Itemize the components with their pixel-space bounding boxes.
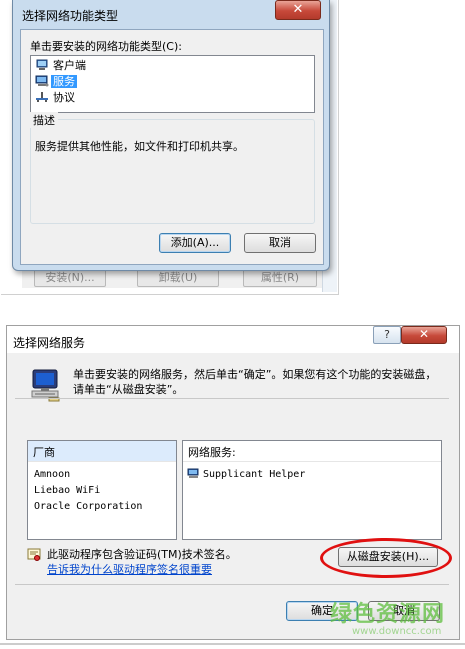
description-title: 描述 <box>30 112 58 128</box>
list-item-protocol[interactable]: 协议 <box>35 90 77 106</box>
vendor-item-amnoon[interactable]: Amnoon <box>34 469 70 480</box>
service-list-header: 网络服务: <box>183 441 441 462</box>
close-button[interactable]: ✕ <box>401 326 447 344</box>
vendor-header-label: 厂商 <box>33 446 55 459</box>
service-item-supplicant-helper[interactable]: Supplicant Helper <box>187 468 305 480</box>
vendor-list-header: 厂商 <box>28 441 176 462</box>
separator <box>15 584 449 585</box>
close-icon: ✕ <box>418 327 430 341</box>
network-service-icon <box>187 468 200 479</box>
feature-type-prompt: 单击要安装的网络功能类型(C): <box>30 40 182 53</box>
protocol-icon <box>35 91 49 103</box>
vendor-item-liebao-wifi[interactable]: Liebao WiFi <box>34 485 100 496</box>
watermark-text: 绿色资源网 <box>330 602 446 627</box>
driver-signature-text: 此驱动程序包含验证码(TM)技术签名。 <box>47 548 237 561</box>
list-item-label: 服务 <box>51 75 77 88</box>
service-header-label: 网络服务: <box>188 446 236 459</box>
page-divider <box>0 643 465 645</box>
cancel-button[interactable]: 取消 <box>244 233 316 253</box>
vendor-list[interactable]: 厂商 Amnoon Liebao WiFi Oracle Corporation <box>27 440 177 540</box>
close-button[interactable]: ✕ <box>275 0 321 20</box>
help-button[interactable]: ? <box>373 326 401 344</box>
feature-type-list[interactable]: 客户端 服务 协议 <box>30 55 315 113</box>
signed-driver-icon <box>27 548 41 562</box>
watermark-url: www.downcc.com <box>352 626 442 637</box>
list-item-client[interactable]: 客户端 <box>35 58 88 74</box>
service-icon <box>35 75 49 87</box>
client-icon <box>35 59 49 71</box>
list-item-service[interactable]: 服务 <box>35 74 77 90</box>
signature-info-link[interactable]: 告诉我为什么驱动程序签名很重要 <box>47 561 212 577</box>
help-icon: ? <box>384 328 390 341</box>
close-icon: ✕ <box>292 2 304 17</box>
select-network-feature-dialog: 选择网络功能类型 ✕ 单击要安装的网络功能类型(C): 客户端 服务 协议 描述… <box>12 0 330 271</box>
vendor-item-oracle[interactable]: Oracle Corporation <box>34 501 142 512</box>
highlight-oval-annotation <box>320 538 452 578</box>
dialog-body: 单击要安装的网络功能类型(C): 客户端 服务 协议 描述 服务提供其他性能，如… <box>20 29 324 265</box>
instruction-message: 单击要安装的网络服务，然后单击“确定”。如果您有这个功能的安装磁盘，请单击“从磁… <box>73 368 437 396</box>
service-item-label: Supplicant Helper <box>203 469 306 480</box>
network-computer-icon <box>29 368 63 402</box>
network-service-list[interactable]: 网络服务: Supplicant Helper <box>182 440 442 540</box>
add-button[interactable]: 添加(A)... <box>159 233 231 253</box>
separator <box>15 398 449 399</box>
description-text: 服务提供其他性能，如文件和打印机共享。 <box>35 140 244 153</box>
select-network-service-dialog: 选择网络服务 ? ✕ 单击要安装的网络服务，然后单击“确定”。如果您有这个功能的… <box>6 325 460 640</box>
list-item-label: 客户端 <box>53 59 86 72</box>
dialog-title: 选择网络功能类型 <box>22 9 119 23</box>
dialog-title: 选择网络服务 <box>13 336 86 350</box>
description-group <box>30 119 315 224</box>
list-item-label: 协议 <box>53 91 75 104</box>
